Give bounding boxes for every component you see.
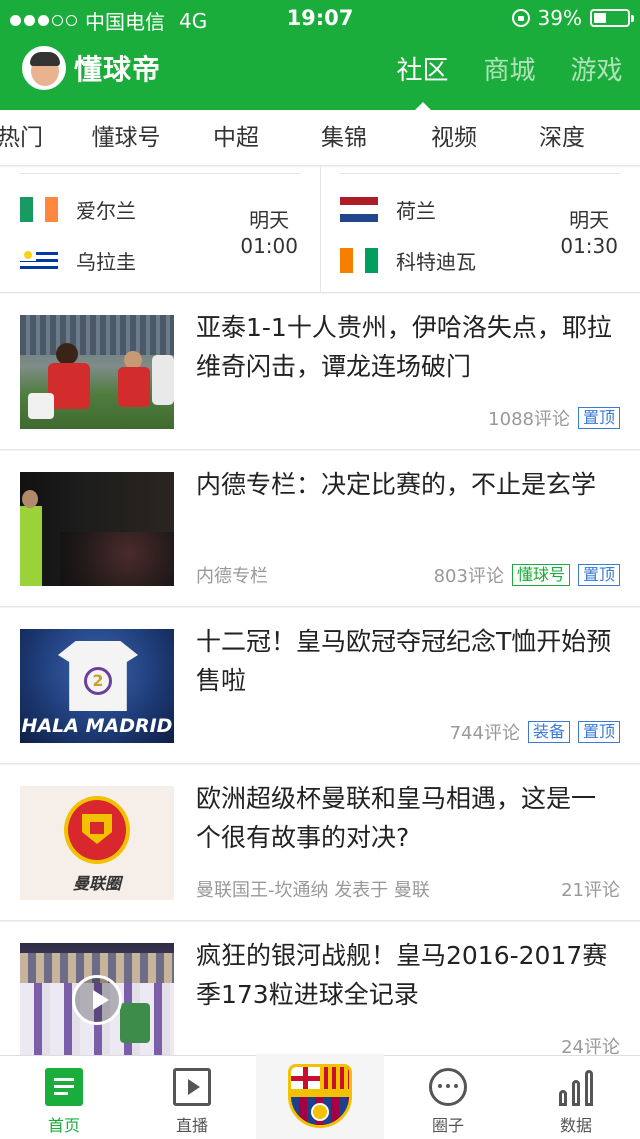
bottom-tab-bar: 首页 直播 圈子 数据 [0, 1054, 640, 1139]
comment-count: 744评论 [449, 723, 520, 744]
ireland-flag-icon [20, 197, 58, 222]
fcb-crest-icon [288, 1064, 352, 1128]
team-name: 乌拉圭 [76, 250, 136, 274]
away-team: 科特迪瓦 [340, 246, 476, 275]
category-csl[interactable]: 中超 [186, 110, 286, 166]
news-title: 十二冠！皇马欧冠夺冠纪念T恤开始预售啦 [196, 627, 612, 695]
tab-home[interactable]: 首页 [0, 1056, 128, 1139]
news-item[interactable]: 曼联圈 欧洲超级杯曼联和皇马相遇，这是一个很有故事的对决? 曼联国王-坎通纳 发… [0, 765, 640, 921]
brand[interactable]: 懂球帝 [22, 46, 161, 90]
thumbnail-caption: HALA MADRID [21, 715, 173, 737]
battery-icon [590, 9, 634, 27]
pinned-tag: 置顶 [577, 721, 620, 743]
news-thumbnail [20, 315, 174, 429]
avatar[interactable] [22, 46, 66, 90]
uruguay-flag-icon [20, 248, 58, 273]
man-utd-crest-icon [64, 796, 130, 864]
comment-count: 803评论 [433, 566, 504, 587]
top-header: 中国电信 4G 19:07 39% 懂球帝 社区 商城 游戏 [0, 0, 640, 110]
team-name: 荷兰 [396, 199, 436, 223]
news-thumbnail [20, 943, 174, 1057]
tab-live[interactable]: 直播 [128, 1056, 256, 1139]
team-name: 科特迪瓦 [396, 250, 476, 274]
tab-games[interactable]: 游戏 [553, 46, 640, 96]
news-item[interactable]: 2 HALA MADRID 十二冠！皇马欧冠夺冠纪念T恤开始预售啦 744评论 … [0, 608, 640, 764]
category-dongqiuhao[interactable]: 懂球号 [76, 110, 176, 166]
match-day: 明天 [249, 208, 290, 232]
match-strip: 爱尔兰 乌拉圭 明天 01:00 荷兰 科特迪瓦 明天 01:30 [0, 167, 640, 293]
match-clock: 01:00 [240, 234, 298, 258]
tab-data[interactable]: 数据 [512, 1056, 640, 1139]
status-bar: 中国电信 4G 19:07 39% [0, 0, 640, 36]
thumbnail-caption: 曼联圈 [72, 874, 121, 893]
tab-community[interactable]: 社区 [379, 46, 466, 110]
tab-label: 直播 [175, 1116, 208, 1135]
tab-club[interactable] [256, 1054, 384, 1139]
match-card[interactable]: 荷兰 科特迪瓦 明天 01:30 [320, 167, 640, 293]
news-meta: 744评论 装备 置顶 [450, 719, 620, 745]
news-item[interactable]: 亚泰1-1十人贵州，伊哈洛失点，耶拉维奇闪击，谭龙连场破门 1088评论 置顶 [0, 294, 640, 450]
home-team: 爱尔兰 [20, 195, 136, 224]
news-title: 欧洲超级杯曼联和皇马相遇，这是一个很有故事的对决? [196, 784, 597, 852]
top-nav: 社区 商城 游戏 [379, 46, 640, 110]
tab-mall[interactable]: 商城 [466, 46, 553, 96]
comment-count: 21评论 [561, 880, 620, 901]
category-video[interactable]: 视频 [404, 110, 504, 166]
tab-label: 首页 [47, 1116, 80, 1135]
news-source[interactable]: 曼联国王-坎通纳 发表于 曼联 [196, 876, 430, 902]
battery-percent: 39% [537, 6, 582, 30]
news-title: 亚泰1-1十人贵州，伊哈洛失点，耶拉维奇闪击，谭龙连场破门 [196, 313, 612, 381]
category-highlights[interactable]: 集锦 [294, 110, 394, 166]
list-icon [45, 1068, 83, 1106]
match-day: 明天 [569, 208, 610, 232]
dongqiuhao-tag: 懂球号 [511, 564, 570, 586]
home-team: 荷兰 [340, 195, 436, 224]
match-card[interactable]: 爱尔兰 乌拉圭 明天 01:00 [0, 167, 320, 293]
news-title: 内德专栏：决定比赛的，不止是玄学 [196, 470, 597, 499]
gear-tag: 装备 [527, 721, 570, 743]
play-icon [173, 1068, 211, 1106]
match-clock: 01:30 [560, 234, 618, 258]
category-depth[interactable]: 深度 [512, 110, 612, 166]
ivory-coast-flag-icon [340, 248, 378, 273]
match-time: 明天 01:00 [240, 207, 298, 259]
team-name: 爱尔兰 [76, 199, 136, 223]
netherlands-flag-icon [340, 197, 378, 222]
category-hot[interactable]: 热门 [0, 110, 70, 166]
news-item[interactable]: 内德专栏：决定比赛的，不止是玄学 内德专栏 803评论 懂球号 置顶 [0, 451, 640, 607]
rotation-lock-icon [511, 9, 530, 27]
pinned-tag: 置顶 [577, 564, 620, 586]
news-source[interactable]: 内德专栏 [196, 562, 268, 588]
pinned-tag: 置顶 [577, 407, 620, 429]
bar-chart-icon [557, 1068, 595, 1106]
away-team: 乌拉圭 [20, 246, 136, 275]
app-logo-text: 懂球帝 [74, 53, 162, 86]
chat-bubble-icon [429, 1068, 467, 1106]
tab-circles[interactable]: 圈子 [384, 1056, 512, 1139]
tab-label: 数据 [559, 1116, 592, 1135]
match-time: 明天 01:30 [560, 207, 618, 259]
news-thumbnail: 2 HALA MADRID [20, 629, 174, 743]
app-screen: 中国电信 4G 19:07 39% 懂球帝 社区 商城 游戏 热门 懂球号 中超 [0, 0, 640, 1139]
news-title: 疯狂的银河战舰！皇马2016-2017赛季173粒进球全记录 [196, 941, 608, 1009]
comment-count: 1088评论 [488, 409, 570, 430]
news-thumbnail [20, 472, 174, 586]
tab-label: 圈子 [431, 1116, 464, 1135]
news-thumbnail: 曼联圈 [20, 786, 174, 900]
news-meta: 1088评论 置顶 [488, 405, 620, 431]
news-meta: 21评论 [561, 876, 620, 902]
category-tabs: 热门 懂球号 中超 集锦 视频 深度 [0, 110, 640, 166]
news-meta: 803评论 懂球号 置顶 [434, 562, 620, 588]
play-icon[interactable] [72, 975, 122, 1025]
